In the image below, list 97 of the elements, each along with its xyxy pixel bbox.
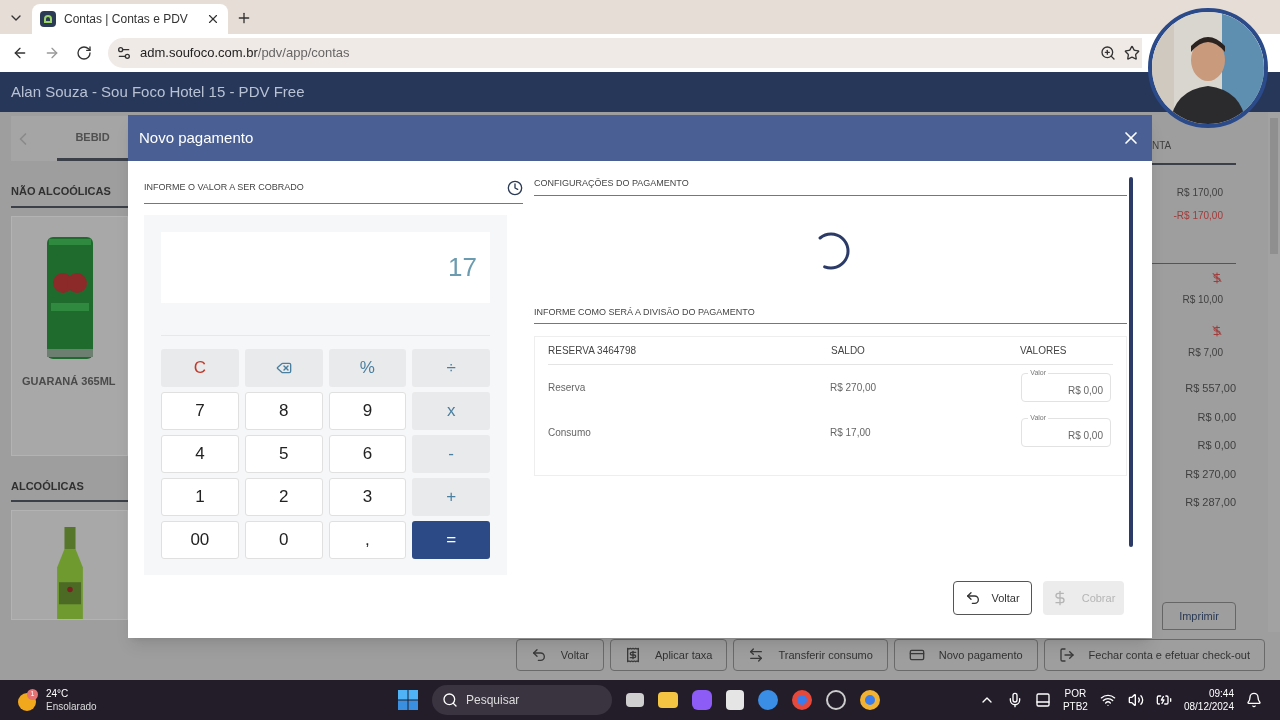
close-icon[interactable] [206, 12, 220, 26]
dollar-off-icon [1211, 325, 1223, 337]
action-button[interactable]: Novo pagamento [893, 639, 1038, 671]
digit-key[interactable]: 0 [244, 521, 323, 559]
total-text: R$ 0,00 [1197, 409, 1236, 425]
digit-key[interactable]: 2 [244, 478, 323, 516]
equals-key[interactable]: = [412, 521, 490, 559]
url-text: adm.soufoco.com.br/pdv/app/contas [140, 44, 350, 63]
site-icon [40, 11, 56, 27]
windows-icon[interactable] [398, 690, 418, 710]
table-cell-text: R$ 270,00 [829, 381, 878, 395]
digit-key[interactable]: 00 [161, 521, 239, 559]
language-text[interactable]: POR [1064, 687, 1087, 700]
temperature-text: 24°C [46, 687, 70, 700]
table-cell-text: Consumo [548, 426, 592, 440]
digit-key[interactable]: 1 [161, 478, 239, 516]
clear-key[interactable]: C [161, 349, 239, 387]
section-title: CONFIGURAÇÕES DO PAGAMENTO [534, 177, 1127, 196]
product-card[interactable] [11, 510, 128, 620]
action-button[interactable]: Aplicar taxa [609, 639, 728, 671]
battery-icon[interactable] [1155, 692, 1172, 708]
operator-key[interactable]: + [412, 478, 490, 516]
notification-icon[interactable] [1246, 692, 1262, 708]
digit-key[interactable]: , [328, 521, 407, 559]
action-button[interactable]: Voltar [515, 639, 604, 671]
bookmark-icon[interactable] [1124, 45, 1140, 61]
table-cell-text: R$ 17,00 [829, 426, 872, 440]
operator-key[interactable]: ÷ [412, 349, 490, 387]
address-field[interactable]: adm.soufoco.com.br/pdv/app/contas [108, 38, 1142, 68]
app-title: Alan Souza - Sou Foco Hotel 15 - PDV Free [11, 81, 305, 102]
tab-title: Contas | Contas e PDV [64, 11, 189, 28]
amount-text: R$ 7,00 [1187, 346, 1223, 360]
swap-icon [748, 647, 765, 663]
product-card[interactable]: GUARANÁ 365ML [11, 215, 128, 456]
forward-icon [44, 45, 60, 61]
display-icon[interactable] [1034, 692, 1051, 708]
digit-key[interactable]: 9 [328, 392, 407, 430]
layout-text[interactable]: PTB2 [1062, 700, 1088, 713]
digit-key[interactable]: 3 [328, 478, 407, 516]
back-icon[interactable] [12, 45, 28, 61]
digit-key[interactable]: 5 [244, 435, 323, 473]
operator-key[interactable]: - [412, 435, 490, 473]
action-button[interactable]: Transferir consumo [733, 639, 888, 671]
amount-value: 17 [448, 251, 477, 284]
undo-icon [530, 647, 547, 663]
column-header: VALORES [1020, 344, 1067, 358]
column-header: RESERVA 3464798 [548, 344, 638, 358]
product-name: GUARANÁ 365ML [22, 373, 116, 389]
total-text: R$ 287,00 [1185, 495, 1236, 510]
digit-key[interactable]: 7 [161, 392, 239, 430]
folder-icon[interactable] [658, 692, 678, 708]
browser-tab[interactable]: Contas | Contas e PDV [32, 4, 228, 34]
field-value: R$ 0,00 [1067, 429, 1103, 443]
dollar-off-icon [1211, 272, 1223, 284]
total-text: R$ 557,00 [1185, 381, 1236, 396]
volume-icon[interactable] [1127, 692, 1144, 708]
amount-text: R$ 10,00 [1182, 293, 1223, 307]
card-icon [908, 647, 925, 663]
search-placeholder: Pesquisar [466, 692, 520, 709]
app-icon[interactable] [826, 690, 846, 710]
digit-key[interactable]: 8 [244, 392, 323, 430]
column-header: SALDO [831, 344, 866, 358]
history-icon[interactable] [507, 179, 523, 196]
total-text: R$ 0,00 [1197, 438, 1236, 453]
exit-icon [1058, 647, 1075, 663]
site-settings-icon[interactable] [116, 45, 132, 61]
total-text: R$ 270,00 [1185, 466, 1236, 482]
new-tab-icon[interactable] [236, 10, 252, 26]
search-icon [442, 692, 458, 708]
clock-date[interactable]: 08/12/2024 [1183, 700, 1234, 713]
amount-text: R$ 170,00 [1176, 186, 1223, 200]
section-title: INFORME COMO SERÁ A DIVISÃO DO PAGAMENTO [534, 305, 1127, 324]
dialog-title: Novo pagamento [139, 127, 254, 148]
operator-key[interactable]: x [412, 392, 490, 430]
back-button[interactable]: Voltar [953, 581, 1032, 615]
weather-icon[interactable] [18, 693, 36, 711]
scrollbar[interactable] [1268, 112, 1280, 632]
operator-key[interactable]: % [328, 349, 407, 387]
wifi-icon[interactable] [1099, 692, 1116, 708]
undo-icon [965, 590, 982, 606]
zoom-icon[interactable] [1100, 45, 1116, 61]
action-button[interactable]: Fechar conta e efetuar check-out [1043, 639, 1265, 671]
print-button[interactable]: Imprimir [1162, 602, 1236, 630]
clock-time[interactable]: 09:44 [1208, 687, 1234, 700]
section-title: INFORME O VALOR A SER COBRADO [144, 180, 304, 194]
digit-key[interactable]: 4 [161, 435, 239, 473]
amount-text: -R$ 170,00 [1173, 209, 1223, 223]
table-cell-text: Reserva [548, 381, 587, 395]
digit-key[interactable]: 6 [328, 435, 407, 473]
backspace-icon [275, 360, 292, 376]
app-icon[interactable] [726, 690, 744, 710]
scrollbar[interactable] [1129, 177, 1133, 547]
weather-text: Ensolarado [46, 700, 97, 713]
reload-icon[interactable] [76, 45, 92, 61]
receipt-icon [624, 647, 641, 663]
taskbar-search[interactable]: Pesquisar [432, 685, 612, 715]
field-value: R$ 0,00 [1067, 384, 1103, 398]
